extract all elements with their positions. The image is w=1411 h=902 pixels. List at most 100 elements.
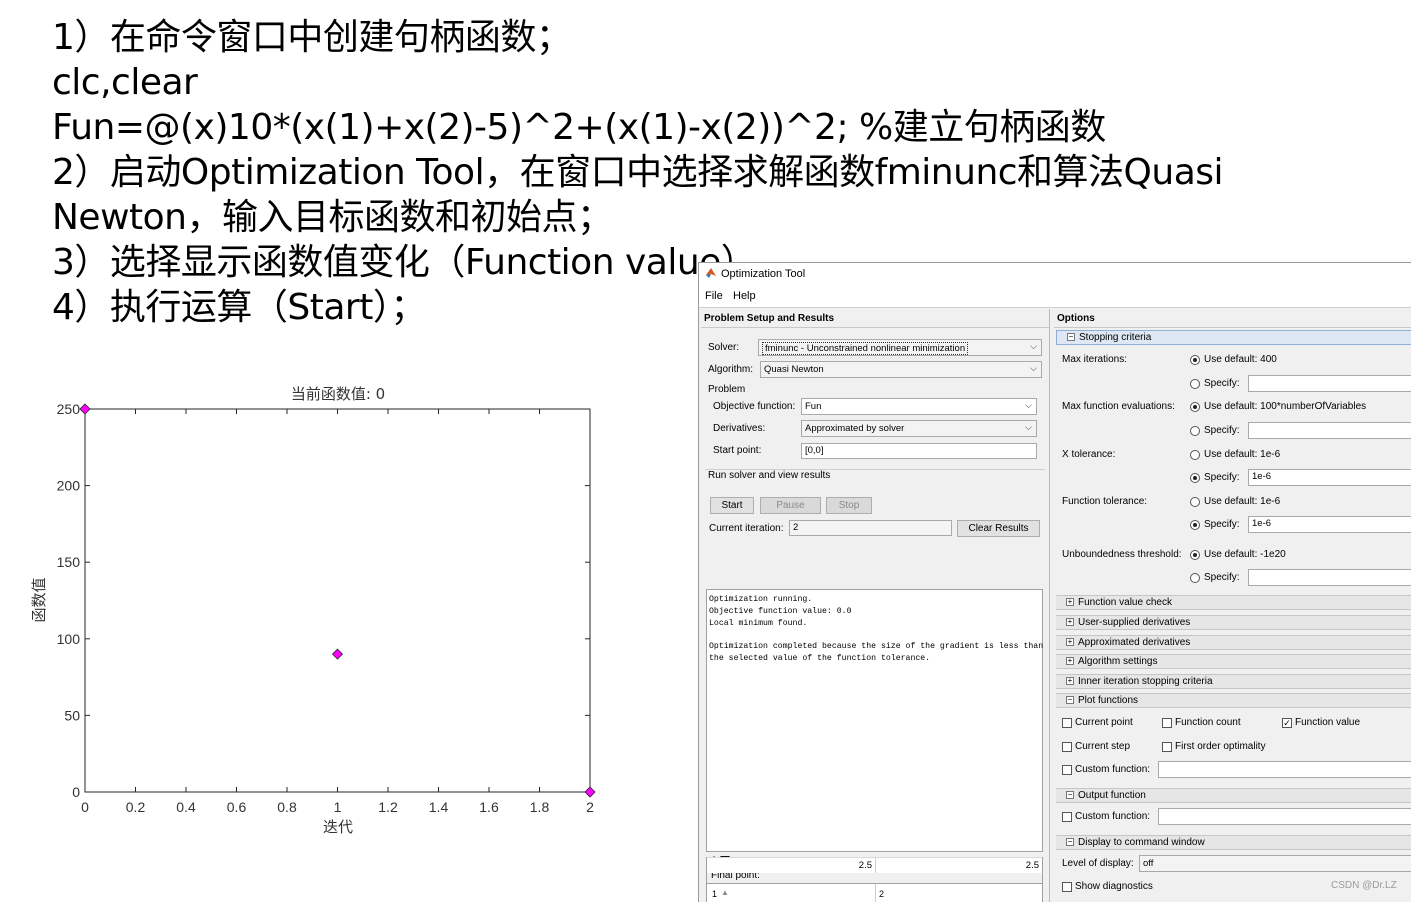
derivatives-label: Derivatives: [713, 423, 766, 434]
final-val-2: 2.5 [1025, 860, 1039, 871]
options-title: Options [1057, 313, 1095, 324]
custom-plot-checkbox[interactable] [1062, 765, 1072, 775]
show-diagnostics-checkbox[interactable] [1062, 882, 1072, 892]
slide-line-7: 4）执行运算（Start）； [52, 287, 426, 328]
window-title: Optimization Tool [721, 268, 806, 280]
options-header: Options [1054, 309, 1411, 328]
section-output-function[interactable]: − Output function [1056, 788, 1411, 803]
title-bar: Optimization Tool [699, 263, 1411, 285]
section-title: User-supplied derivatives [1078, 617, 1191, 628]
y-tick-label: 200 [57, 478, 81, 494]
current-step-checkbox[interactable] [1062, 742, 1072, 752]
unb-specify-input[interactable] [1248, 569, 1411, 586]
section-display[interactable]: − Display to command window [1056, 835, 1411, 850]
plot-area [84, 408, 591, 793]
output-line: Optimization running. [709, 595, 813, 604]
custom-function-label: Custom function: [1075, 764, 1151, 775]
ftol-specify-radio[interactable] [1190, 520, 1200, 530]
y-tick-label: 150 [57, 554, 81, 570]
results-output: Optimization running. Objective function… [706, 589, 1043, 852]
max-fev-specify-input[interactable] [1248, 422, 1411, 439]
unb-default-label: Use default: -1e20 [1204, 549, 1286, 560]
level-value: off [1143, 858, 1154, 869]
first-order-label: First order optimality [1175, 741, 1266, 752]
max-iter-default-radio[interactable] [1190, 355, 1200, 365]
function-count-checkbox[interactable] [1162, 718, 1172, 728]
problem-setup-panel: Problem Setup and Results Solver: fminun… [701, 309, 1050, 902]
section-user-supplied-derivatives[interactable]: + User-supplied derivatives [1056, 615, 1411, 630]
section-approximated-derivatives[interactable]: + Approximated derivatives [1056, 635, 1411, 650]
xtol-specify-input[interactable]: 1e-6 [1248, 469, 1411, 486]
specify-label: Specify: [1204, 378, 1240, 389]
function-count-label: Function count [1175, 717, 1241, 728]
algorithm-select[interactable]: Quasi Newton ⌵ [760, 361, 1042, 378]
start-button[interactable]: Start [710, 497, 754, 514]
xtol-default-radio[interactable] [1190, 450, 1200, 460]
custom-plot-input[interactable] [1158, 761, 1411, 778]
slide-line-6: 3）选择显示函数值变化（Function value） [52, 242, 757, 283]
chevron-down-icon: ⌵ [1030, 341, 1037, 351]
max-iter-specify-input[interactable] [1248, 375, 1411, 392]
unb-default-radio[interactable] [1190, 550, 1200, 560]
section-title: Approximated derivatives [1078, 637, 1191, 648]
function-tolerance-label: Function tolerance: [1062, 496, 1148, 507]
current-iteration-label: Current iteration: [709, 523, 784, 534]
chevron-down-icon: ⌵ [1025, 400, 1032, 410]
custom-function-label: Custom function: [1075, 811, 1151, 822]
objective-value: Fun [805, 401, 822, 412]
menu-file[interactable]: File [705, 290, 723, 302]
xtol-specify-radio[interactable] [1190, 473, 1200, 483]
ftol-default-label: Use default: 1e-6 [1204, 496, 1281, 507]
clear-results-button[interactable]: Clear Results [957, 520, 1040, 537]
specify-label: Specify: [1204, 572, 1240, 583]
solver-label: Solver: [708, 342, 740, 353]
function-value-label: Function value [1295, 717, 1361, 728]
x-tick-label: 1 [334, 799, 342, 815]
custom-output-checkbox[interactable] [1062, 812, 1072, 822]
start-point-input[interactable]: [0,0] [801, 443, 1037, 459]
y-tick-label: 250 [57, 401, 81, 417]
section-title: Algorithm settings [1078, 656, 1158, 667]
x-axis-label: 迭代 [323, 818, 353, 836]
max-fev-default-radio[interactable] [1190, 402, 1200, 412]
menu-help[interactable]: Help [733, 290, 756, 302]
algorithm-value: Quasi Newton [764, 364, 824, 375]
unboundedness-label: Unboundedness threshold: [1062, 549, 1182, 560]
section-plot-functions[interactable]: − Plot functions [1056, 693, 1411, 708]
y-tick-label: 0 [72, 784, 80, 800]
start-point-label: Start point: [713, 445, 762, 456]
objective-function-input[interactable]: Fun ⌵ [801, 398, 1037, 415]
current-point-checkbox[interactable] [1062, 718, 1072, 728]
optimization-tool-window: Optimization Tool File Help Problem Setu… [698, 262, 1411, 902]
function-value-checkbox[interactable]: ✓ [1282, 718, 1292, 728]
xtol-default-label: Use default: 1e-6 [1204, 449, 1281, 460]
level-of-display-select[interactable]: off [1139, 855, 1411, 872]
y-tick-label: 100 [57, 631, 81, 647]
stop-button[interactable]: Stop [826, 497, 872, 514]
expand-icon: + [1066, 676, 1074, 685]
x-tick-label: 1.4 [429, 799, 449, 815]
collapse-icon: − [1066, 790, 1074, 799]
derivatives-select[interactable]: Approximated by solver ⌵ [801, 420, 1037, 437]
problem-label: Problem [708, 384, 746, 395]
section-function-value-check[interactable]: + Function value check [1056, 595, 1411, 610]
section-stopping-criteria[interactable]: − Stopping criteria [1056, 330, 1411, 345]
x-tick-label: 1.8 [530, 799, 550, 815]
max-iter-specify-radio[interactable] [1190, 379, 1200, 389]
pause-button[interactable]: Pause [760, 497, 821, 514]
specify-label: Specify: [1204, 519, 1240, 530]
ftol-default-radio[interactable] [1190, 497, 1200, 507]
unb-specify-radio[interactable] [1190, 573, 1200, 583]
current-step-label: Current step [1075, 741, 1131, 752]
solver-select[interactable]: fminunc - Unconstrained nonlinear minimi… [758, 339, 1042, 356]
problem-setup-title: Problem Setup and Results [704, 313, 835, 324]
ftol-specify-input[interactable]: 1e-6 [1248, 516, 1411, 533]
custom-output-input[interactable] [1158, 808, 1411, 825]
final-val-1: 2.5 [858, 860, 872, 871]
first-order-checkbox[interactable] [1162, 742, 1172, 752]
section-algorithm-settings[interactable]: + Algorithm settings [1056, 654, 1411, 669]
derivatives-value: Approximated by solver [805, 423, 905, 434]
section-inner-iteration[interactable]: + Inner iteration stopping criteria [1056, 674, 1411, 689]
max-fev-specify-radio[interactable] [1190, 426, 1200, 436]
